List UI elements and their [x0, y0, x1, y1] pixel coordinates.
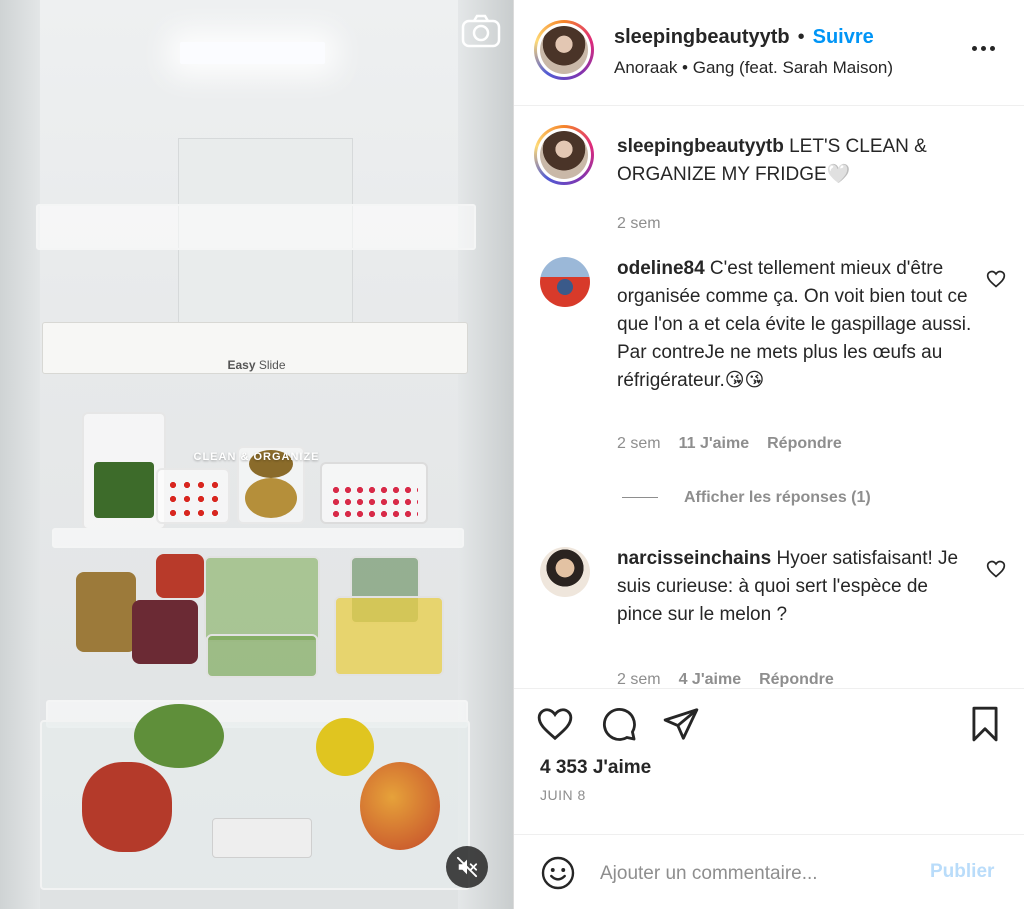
- salad-container: [204, 556, 320, 642]
- caption-time: 2 sem: [617, 215, 661, 232]
- comment-item: narcisseinchains Hyoer satisfaisant! Je …: [514, 545, 1024, 687]
- reply-button[interactable]: Répondre: [767, 435, 842, 452]
- post-actions: 4 353 J'aime JUIN 8: [514, 688, 1024, 833]
- melon-container: [334, 596, 444, 676]
- comment-meta: 2 sem 4 J'aime Répondre: [617, 671, 834, 687]
- add-comment-bar: Publier: [514, 834, 1024, 909]
- comment-heart-icon[interactable]: [986, 559, 1006, 579]
- post-date: JUIN 8: [540, 787, 586, 803]
- jar-1: [76, 572, 136, 652]
- comment-username[interactable]: odeline84: [617, 258, 705, 279]
- top-glass-shelf: [36, 204, 476, 250]
- comment-avatar[interactable]: [540, 257, 590, 307]
- speaker-muted-icon: [456, 856, 478, 878]
- header-title-row: sleepingbeautyytb • Suivre: [614, 26, 874, 49]
- comment-username[interactable]: narcisseinchains: [617, 548, 771, 569]
- tomato-container: [156, 468, 230, 524]
- follow-button[interactable]: Suivre: [813, 26, 874, 48]
- video-overlay-text: CLEAN & ORGANIZE: [193, 451, 320, 463]
- comment-item: odeline84 C'est tellement mieux d'être o…: [514, 255, 1024, 515]
- mute-button[interactable]: [446, 846, 488, 888]
- author-avatar[interactable]: [534, 20, 594, 80]
- comment-time: 2 sem: [617, 435, 661, 452]
- caption-text: sleepingbeautyytb LET'S CLEAN & ORGANIZE…: [617, 136, 927, 185]
- vegetable-drawer: [40, 704, 470, 890]
- bookmark-icon[interactable]: [966, 705, 1004, 743]
- jar-3: [156, 554, 204, 598]
- post-media[interactable]: Easy Slide CLEAN & ORGANIZE: [0, 0, 513, 909]
- reply-button[interactable]: Répondre: [759, 671, 834, 687]
- publish-button[interactable]: Publier: [930, 861, 994, 883]
- jar-2: [132, 600, 198, 664]
- paper-plane-icon[interactable]: [662, 705, 700, 743]
- smiley-icon[interactable]: [540, 855, 576, 891]
- comment-likes[interactable]: 11 J'aime: [679, 435, 750, 452]
- comment-input[interactable]: [600, 859, 920, 889]
- caption-avatar[interactable]: [534, 125, 594, 185]
- easy-slide-label: Easy Slide: [227, 358, 286, 372]
- greens-container: [206, 634, 318, 678]
- fridge-light: [180, 42, 325, 64]
- caption-username[interactable]: sleepingbeautyytb: [617, 136, 784, 157]
- post-header: sleepingbeautyytb • Suivre Anoraak • Gang …: [514, 0, 1024, 106]
- middle-glass-shelf: [52, 528, 464, 548]
- comment-text: narcisseinchains Hyoer satisfaisant! Je …: [617, 548, 959, 625]
- more-options-icon[interactable]: [970, 38, 1000, 62]
- comment-time: 2 sem: [617, 671, 661, 687]
- comment-text: odeline84 C'est tellement mieux d'être o…: [617, 258, 972, 391]
- heart-icon[interactable]: [536, 705, 574, 743]
- post-side-panel: sleepingbeautyytb • Suivre Anoraak • Gang …: [513, 0, 1024, 909]
- comment-likes[interactable]: 4 J'aime: [679, 671, 742, 687]
- like-count[interactable]: 4 353 J'aime: [540, 757, 651, 779]
- comment-bubble-icon[interactable]: [600, 705, 638, 743]
- comment-avatar[interactable]: [540, 547, 590, 597]
- comments-list[interactable]: sleepingbeautyytb LET'S CLEAN & ORGANIZE…: [514, 107, 1024, 687]
- herb-container: [82, 412, 166, 530]
- comment-heart-icon[interactable]: [986, 269, 1006, 289]
- post-caption: sleepingbeautyytb LET'S CLEAN & ORGANIZE…: [514, 125, 1024, 235]
- comment-meta: 2 sem 11 J'aime Répondre: [617, 435, 842, 453]
- audio-track-link[interactable]: Anoraak • Gang (feat. Sarah Maison): [614, 58, 893, 78]
- author-username[interactable]: sleepingbeautyytb: [614, 26, 790, 48]
- header-separator: •: [797, 26, 805, 48]
- view-replies-button[interactable]: Afficher les réponses (1): [622, 489, 871, 507]
- camera-icon: [461, 14, 501, 48]
- raspberry-container: [320, 462, 428, 524]
